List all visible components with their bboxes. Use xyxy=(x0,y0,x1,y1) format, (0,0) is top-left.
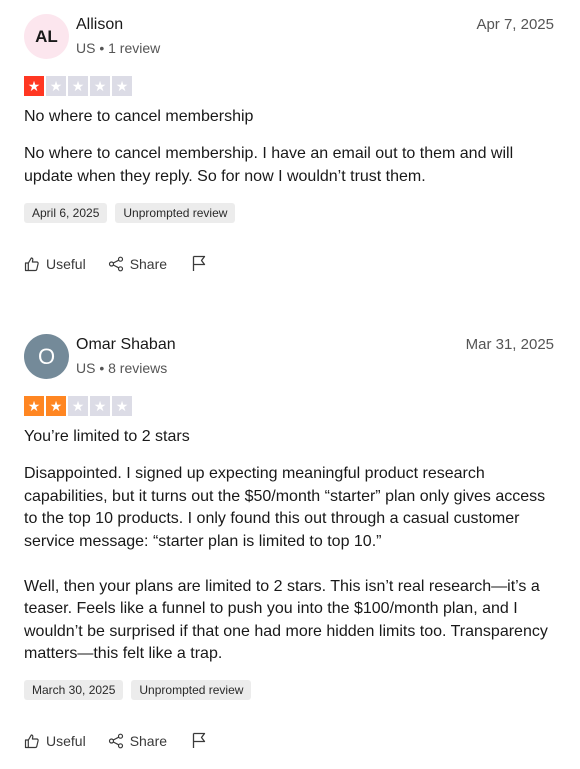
star-icon: ★ xyxy=(46,76,66,96)
flag-button[interactable] xyxy=(191,255,207,272)
review-paragraph: No where to cancel membership. I have an… xyxy=(24,145,514,185)
avatar[interactable]: AL xyxy=(24,14,69,59)
reviewer-name[interactable]: Allison xyxy=(76,16,123,34)
share-label: Share xyxy=(129,255,168,272)
flag-icon xyxy=(192,732,206,748)
useful-label: Useful xyxy=(46,255,86,272)
review-title[interactable]: You’re limited to 2 stars xyxy=(24,428,190,446)
review-tags: April 6, 2025 Unprompted review xyxy=(24,203,236,223)
useful-label: Useful xyxy=(46,732,86,749)
review-actions: Useful Share xyxy=(24,732,207,749)
experience-date-badge: April 6, 2025 xyxy=(24,203,108,223)
review-paragraph: Well, then your plans are limited to 2 s… xyxy=(24,577,548,663)
star-rating: ★ ★ ★ ★ ★ xyxy=(24,76,132,96)
star-icon: ★ xyxy=(112,396,132,416)
reviewer-meta: US • 1 review xyxy=(76,40,161,56)
share-icon xyxy=(108,733,123,748)
review-date: Apr 7, 2025 xyxy=(476,16,554,33)
thumbs-up-icon xyxy=(24,733,39,748)
star-icon: ★ xyxy=(90,76,110,96)
review-body: Disappointed. I signed up expecting mean… xyxy=(24,463,554,666)
star-icon: ★ xyxy=(112,76,132,96)
thumbs-up-icon xyxy=(24,256,39,271)
star-icon: ★ xyxy=(68,76,88,96)
share-label: Share xyxy=(129,732,168,749)
unprompted-review-badge[interactable]: Unprompted review xyxy=(131,680,252,700)
useful-button[interactable]: Useful xyxy=(24,256,86,272)
star-icon: ★ xyxy=(24,76,44,96)
experience-date-badge: March 30, 2025 xyxy=(24,680,124,700)
flag-icon xyxy=(192,255,206,271)
useful-button[interactable]: Useful xyxy=(24,733,86,749)
star-icon: ★ xyxy=(24,396,44,416)
share-button[interactable]: Share xyxy=(108,256,167,272)
review-date: Mar 31, 2025 xyxy=(465,336,554,353)
review-actions: Useful Share xyxy=(24,255,207,272)
star-icon: ★ xyxy=(46,396,66,416)
flag-button[interactable] xyxy=(191,732,207,749)
reviewer-name[interactable]: Omar Shaban xyxy=(76,336,176,354)
star-icon: ★ xyxy=(68,396,88,416)
share-icon xyxy=(108,256,123,271)
share-button[interactable]: Share xyxy=(108,733,167,749)
review-body: No where to cancel membership. I have an… xyxy=(24,143,554,188)
avatar[interactable]: O xyxy=(24,334,69,379)
unprompted-review-badge[interactable]: Unprompted review xyxy=(115,203,236,223)
reviewer-meta: US • 8 reviews xyxy=(76,360,168,376)
review-paragraph: Disappointed. I signed up expecting mean… xyxy=(24,465,546,550)
review-tags: March 30, 2025 Unprompted review xyxy=(24,680,252,700)
review-title[interactable]: No where to cancel membership xyxy=(24,108,253,126)
star-icon: ★ xyxy=(90,396,110,416)
star-rating: ★ ★ ★ ★ ★ xyxy=(24,396,132,416)
